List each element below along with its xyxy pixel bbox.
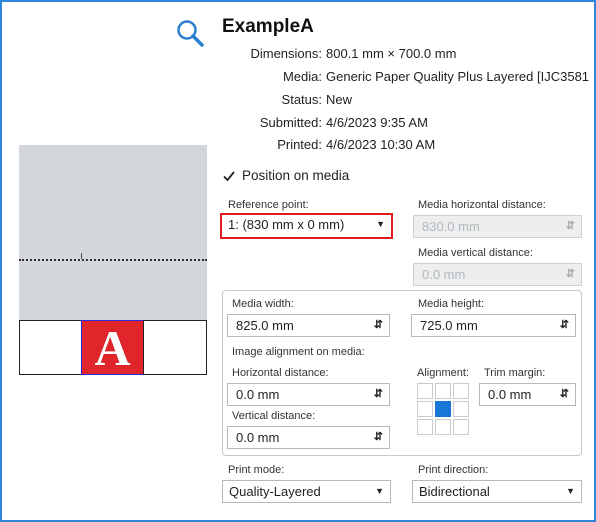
media-width-label: Media width: (232, 298, 294, 310)
info-label: Dimensions: (250, 46, 322, 61)
print-mode-label: Print mode: (228, 464, 285, 476)
alignment-cell-middle-left[interactable] (417, 401, 433, 417)
dropdown-arrow-icon: ▼ (566, 486, 575, 496)
media-width-value: 825.0 mm (236, 318, 294, 333)
alignment-cell-top-center[interactable] (435, 383, 451, 399)
image-alignment-label: Image alignment on media: (232, 346, 365, 358)
preview-tile-right (143, 320, 207, 375)
stepper-icon[interactable]: ⇵ (374, 384, 383, 405)
media-height-input[interactable]: 725.0 mm ⇵ (411, 314, 576, 337)
print-direction-value: Bidirectional (419, 484, 490, 499)
preview-image-letter: A (94, 319, 131, 376)
print-mode-select[interactable]: Quality-Layered ▼ (222, 480, 391, 503)
preview-media-area (19, 145, 207, 320)
print-direction-select[interactable]: Bidirectional ▼ (412, 480, 582, 503)
preview-tile-image: A (81, 320, 144, 375)
alignment-label: Alignment: (417, 367, 469, 379)
position-on-media-row[interactable]: Position on media (222, 168, 349, 183)
alignment-cell-top-left[interactable] (417, 383, 433, 399)
info-value: 800.1 mm × 700.0 mm (326, 46, 457, 61)
preview-reference-tick (81, 253, 82, 259)
horizontal-distance-value: 0.0 mm (236, 387, 280, 402)
preview-tile-left (19, 320, 82, 375)
media-height-value: 725.0 mm (420, 318, 478, 333)
stepper-icon[interactable]: ⇵ (560, 384, 569, 405)
alignment-cell-top-right[interactable] (453, 383, 469, 399)
vertical-distance-label: Vertical distance: (232, 410, 316, 422)
preview-cut-line (19, 259, 207, 261)
job-title: ExampleA (222, 16, 314, 37)
position-on-media-label: Position on media (242, 168, 350, 183)
media-vertical-distance-input: 0.0 mm ⇵ (413, 263, 582, 286)
media-width-input[interactable]: 825.0 mm ⇵ (227, 314, 390, 337)
media-preview: A (19, 145, 207, 375)
info-value: New (326, 92, 353, 107)
vertical-distance-input[interactable]: 0.0 mm ⇵ (227, 426, 390, 449)
trim-margin-label: Trim margin: (484, 367, 546, 379)
stepper-icon[interactable]: ⇵ (374, 315, 383, 336)
trim-margin-input[interactable]: 0.0 mm ⇵ (479, 383, 576, 406)
media-horizontal-distance-input: 830.0 mm ⇵ (413, 215, 582, 238)
media-height-label: Media height: (418, 298, 485, 310)
reference-point-label: Reference point: (228, 199, 309, 211)
info-value: 4/6/2023 9:35 AM (326, 115, 428, 130)
horizontal-distance-label: Horizontal distance: (232, 367, 329, 379)
position-on-media-checkbox[interactable] (222, 169, 236, 183)
print-direction-label: Print direction: (418, 464, 489, 476)
horizontal-distance-input[interactable]: 0.0 mm ⇵ (227, 383, 390, 406)
stepper-icon[interactable]: ⇵ (374, 427, 383, 448)
checkmark-icon (223, 170, 235, 181)
info-label: Status: (281, 92, 322, 107)
alignment-cell-bottom-right[interactable] (453, 419, 469, 435)
info-label: Printed: (277, 137, 322, 152)
info-value: Generic Paper Quality Plus Layered [IJC3… (326, 69, 590, 84)
dropdown-arrow-icon: ▼ (376, 219, 385, 229)
alignment-cell-bottom-left[interactable] (417, 419, 433, 435)
dropdown-arrow-icon: ▼ (375, 486, 384, 496)
trim-margin-value: 0.0 mm (488, 387, 532, 402)
search-icon[interactable] (174, 18, 206, 50)
media-horizontal-distance-value: 830.0 mm (422, 219, 480, 234)
stepper-icon: ⇵ (565, 268, 575, 280)
alignment-grid (417, 383, 469, 435)
media-vertical-distance-label: Media vertical distance: (418, 247, 533, 259)
stepper-icon: ⇵ (565, 220, 575, 232)
info-label: Media: (282, 69, 322, 84)
reference-point-value: 1: (830 mm x 0 mm) (228, 217, 345, 232)
media-horizontal-distance-label: Media horizontal distance: (418, 199, 546, 211)
info-value: 4/6/2023 10:30 AM (326, 137, 436, 152)
alignment-cell-middle-center[interactable] (435, 401, 451, 417)
stepper-icon[interactable]: ⇵ (560, 315, 569, 336)
media-vertical-distance-value: 0.0 mm (422, 267, 466, 282)
alignment-cell-bottom-center[interactable] (435, 419, 451, 435)
reference-point-select[interactable]: 1: (830 mm x 0 mm) ▼ (220, 213, 393, 239)
vertical-distance-value: 0.0 mm (236, 430, 280, 445)
info-label: Submitted: (259, 115, 322, 130)
alignment-cell-middle-right[interactable] (453, 401, 469, 417)
print-mode-value: Quality-Layered (229, 484, 321, 499)
